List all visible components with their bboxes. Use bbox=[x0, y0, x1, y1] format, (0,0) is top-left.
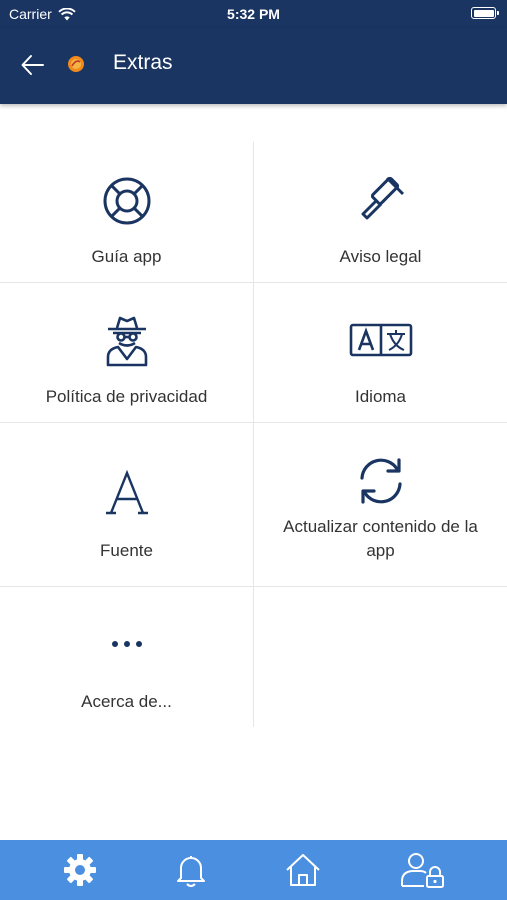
menu-item-label: Política de privacidad bbox=[45, 387, 208, 406]
menu-item-acerca-de[interactable]: Acerca de... bbox=[0, 587, 253, 727]
menu-item-fuente[interactable]: Fuente bbox=[0, 423, 253, 586]
more-icon bbox=[111, 641, 142, 647]
app-logo-icon bbox=[68, 56, 84, 72]
spy-icon bbox=[106, 316, 147, 367]
page-title: Extras bbox=[113, 51, 173, 74]
menu-item-aviso-legal[interactable]: Aviso legal bbox=[254, 142, 507, 282]
menu-item-label: Actualizar contenido de la app bbox=[283, 517, 478, 560]
lifebuoy-icon bbox=[103, 177, 150, 225]
translate-icon bbox=[349, 323, 412, 357]
tab-bar bbox=[0, 840, 507, 900]
tab-notifications[interactable] bbox=[141, 840, 241, 900]
arrow-left-icon bbox=[21, 55, 44, 75]
bell-icon bbox=[177, 856, 205, 887]
tab-settings[interactable] bbox=[30, 840, 130, 900]
tab-account[interactable] bbox=[373, 840, 473, 900]
menu-item-actualizar[interactable]: Actualizar contenido de la app bbox=[254, 423, 507, 586]
gear-icon bbox=[64, 854, 96, 886]
clock: 5:32 PM bbox=[227, 6, 280, 22]
menu-item-label: Guía app bbox=[91, 247, 162, 266]
tab-home[interactable] bbox=[253, 840, 353, 900]
menu-item-label: Acerca de... bbox=[81, 692, 172, 711]
home-icon bbox=[286, 854, 320, 886]
font-icon bbox=[105, 469, 148, 515]
status-bar: Carrier 5:32 PM bbox=[0, 0, 507, 28]
menu-item-guia-app[interactable]: Guía app bbox=[0, 142, 253, 282]
menu-item-politica-privacidad[interactable]: Política de privacidad bbox=[0, 283, 253, 422]
nav-bar: Extras bbox=[0, 28, 507, 104]
menu-item-label: Fuente bbox=[100, 541, 153, 560]
battery-icon bbox=[471, 7, 499, 19]
menu-item-idioma[interactable]: Idioma bbox=[254, 283, 507, 422]
back-button[interactable] bbox=[18, 50, 48, 80]
gavel-icon bbox=[361, 176, 404, 220]
menu-item-label: Aviso legal bbox=[339, 247, 422, 266]
menu-item-label: Idioma bbox=[354, 387, 407, 406]
user-lock-icon bbox=[401, 853, 444, 888]
refresh-icon bbox=[359, 458, 402, 504]
